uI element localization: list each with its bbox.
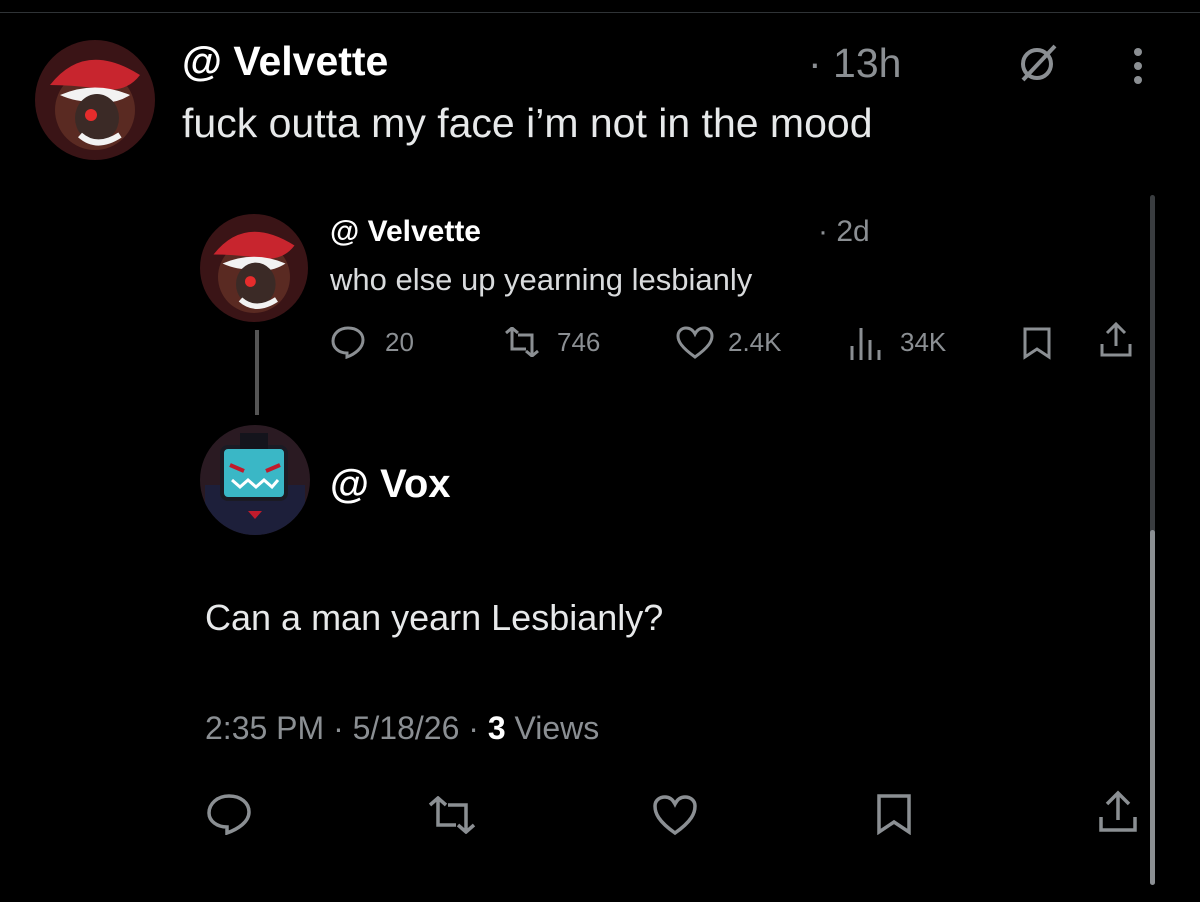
main-post-time[interactable]: · 13h xyxy=(808,40,901,87)
vox-avatar[interactable] xyxy=(200,425,310,535)
repost-icon[interactable] xyxy=(500,327,544,357)
reply-post-text: Can a man yearn Lesbianly? xyxy=(205,597,664,638)
repost-icon[interactable] xyxy=(424,796,480,834)
velvette-avatar[interactable] xyxy=(35,40,155,160)
views-icon[interactable] xyxy=(848,326,884,360)
main-post-text: fuck outta my face i’m not in the mood xyxy=(182,100,873,146)
velvette-avatar-quoted[interactable] xyxy=(200,214,308,322)
bookmark-icon[interactable] xyxy=(876,793,912,835)
share-icon[interactable] xyxy=(1096,790,1140,834)
top-divider xyxy=(0,12,1200,13)
quoted-post-time[interactable]: · 2d xyxy=(818,215,870,249)
views-label: Views xyxy=(505,710,600,746)
more-icon[interactable] xyxy=(1132,46,1144,86)
timestamp-text: 2:35 PM · 5/18/26 · xyxy=(205,710,488,746)
scroll-thumb[interactable] xyxy=(1150,530,1155,885)
reply-icon[interactable] xyxy=(330,325,366,359)
thread-line xyxy=(255,330,259,415)
views-count-value: 3 xyxy=(487,710,506,746)
quoted-views-count: 34K xyxy=(900,327,947,357)
reply-post-timestamp: 2:35 PM · 5/18/26 · 3 Views xyxy=(205,710,599,747)
quoted-reply-count: 20 xyxy=(385,327,414,357)
main-post-handle[interactable]: @ Velvette xyxy=(182,38,388,85)
quoted-post-text: who else up yearning lesbianly xyxy=(330,262,753,297)
bookmark-icon[interactable] xyxy=(1022,326,1052,360)
share-icon[interactable] xyxy=(1098,322,1134,358)
reply-icon[interactable] xyxy=(206,793,252,835)
quoted-like-count: 2.4K xyxy=(728,327,782,357)
grok-icon[interactable] xyxy=(1015,40,1059,84)
reply-post-handle[interactable]: @ Vox xyxy=(330,462,451,507)
like-icon[interactable] xyxy=(652,794,698,836)
like-icon[interactable] xyxy=(676,326,714,360)
quoted-repost-count: 746 xyxy=(557,327,601,357)
quoted-post-handle[interactable]: @ Velvette xyxy=(330,215,481,249)
